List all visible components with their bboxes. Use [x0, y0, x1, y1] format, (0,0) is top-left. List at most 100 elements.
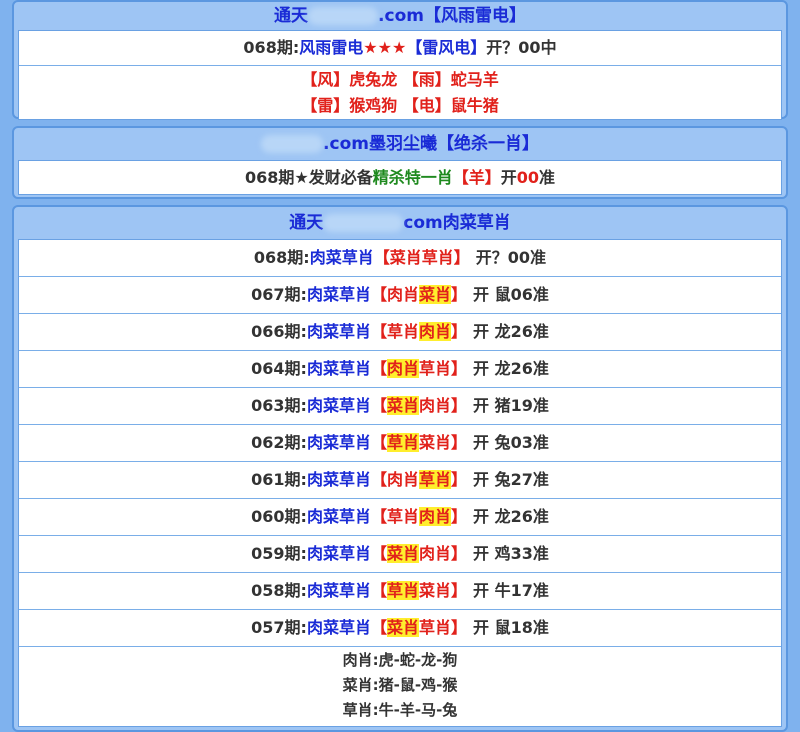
- open-number: 00: [516, 168, 540, 187]
- result: 开 兔27准: [473, 470, 549, 489]
- bracket-close: 】: [451, 396, 468, 415]
- pick-bracket: 【雷风电】: [406, 38, 487, 57]
- pick-b: 菜肖: [418, 581, 451, 600]
- panel-juesha-yixiao: .com墨羽尘曦【绝杀一肖】 068期★发财必备精杀特一肖【羊】开00准: [12, 126, 788, 199]
- result: 开 鼠18准: [473, 618, 549, 637]
- panel2-row: 068期★发财必备精杀特一肖【羊】开00准: [19, 161, 781, 194]
- result: 开 龙26准: [473, 322, 549, 341]
- result: 开 猪19准: [473, 396, 549, 415]
- pick-name: 肉菜草肖: [306, 396, 371, 415]
- group-line: 【风】虎兔龙 【雨】蛇马羊: [301, 70, 499, 89]
- table-row: 062期:肉菜草肖【草肖菜肖】开 兔03准: [19, 425, 781, 462]
- panel-roucai-caoxiao: 通天 com肉菜草肖 068期:肉菜草肖【菜肖草肖】 开？00准 067期:肉菜草肖【…: [12, 205, 788, 732]
- pick-name: 肉菜草肖: [306, 359, 371, 378]
- bracket-open: 【: [370, 581, 387, 600]
- bracket-open: 【: [370, 433, 387, 452]
- accurate-label: 准: [539, 168, 556, 187]
- pick-b: 菜肖: [418, 285, 451, 304]
- panel3-title-suffix: com肉菜草肖: [403, 213, 511, 233]
- stars: ★★★: [363, 38, 407, 57]
- bracket-open: 【: [370, 470, 387, 489]
- pick-a: 草肖: [386, 507, 419, 526]
- bracket-close: 】: [451, 544, 468, 563]
- panel3-title: 通天 com肉菜草肖: [18, 207, 782, 239]
- bracket-close: 】: [451, 359, 468, 378]
- table-row: 063期:肉菜草肖【菜肖肉肖】开 猪19准: [19, 388, 781, 425]
- summary-line: 肉肖:虎-蛇-龙-狗: [342, 651, 458, 669]
- period-label: 066期:: [251, 322, 307, 341]
- pick-name: 肉菜草肖: [306, 618, 371, 637]
- pick-name: 肉菜草肖: [306, 581, 371, 600]
- pick-a: 肉肖: [386, 285, 419, 304]
- result: 开 牛17准: [473, 581, 549, 600]
- bracket-open: 【: [370, 359, 387, 378]
- result: 开 龙26准: [473, 507, 549, 526]
- pick-a: 肉肖: [386, 359, 419, 378]
- pick-name: 肉菜草肖: [306, 433, 371, 452]
- period-label: 057期:: [251, 618, 307, 637]
- pick-b: 草肖: [418, 618, 451, 637]
- bracket-close: 】: [451, 470, 468, 489]
- pick-a: 菜肖: [386, 618, 419, 637]
- pick-b: 草肖: [418, 359, 451, 378]
- result: 开 鸡33准: [473, 544, 549, 563]
- bracket-open: 【: [370, 285, 387, 304]
- blurred-site-name: [323, 214, 404, 232]
- summary-line: 菜肖:猪-鼠-鸡-猴: [342, 676, 458, 694]
- pick-name: 肉菜草肖: [306, 507, 371, 526]
- panel2-rows: 068期★发财必备精杀特一肖【羊】开00准: [18, 160, 782, 195]
- pick-a: 菜肖: [386, 544, 419, 563]
- result: 开 鼠06准: [473, 285, 549, 304]
- period-label: 062期:: [251, 433, 307, 452]
- summary-line: 草肖:牛-羊-马-兔: [342, 701, 458, 719]
- pick-name: 肉菜草肖: [309, 248, 374, 267]
- pick-a: 菜肖: [386, 396, 419, 415]
- group-line: 【雷】猴鸡狗 【电】鼠牛猪: [301, 96, 499, 115]
- panel1-title-suffix: .com【风雨雷电】: [378, 6, 526, 26]
- table-row: 064期:肉菜草肖【肉肖草肖】开 龙26准: [19, 351, 781, 388]
- period-label: 060期:: [251, 507, 307, 526]
- pick-b: 草肖: [421, 248, 454, 267]
- period-label: 068期:: [253, 248, 310, 267]
- result: 开？00中: [486, 38, 557, 57]
- bracket-open: 【: [370, 618, 387, 637]
- table-row: 057期:肉菜草肖【菜肖草肖】开 鼠18准: [19, 610, 781, 647]
- kill-label: 精杀特一肖: [372, 168, 453, 187]
- period-label: 061期:: [251, 470, 307, 489]
- panel2-title-text: .com墨羽尘曦【绝杀一肖】: [323, 134, 539, 154]
- table-row: 059期:肉菜草肖【菜肖肉肖】开 鸡33准: [19, 536, 781, 573]
- panel1-row: 068期:风雨雷电★★★【雷风电】开？00中: [19, 31, 781, 66]
- bracket-close: 】: [451, 581, 468, 600]
- pick-a: 肉肖: [386, 470, 419, 489]
- pick-a: 菜肖: [389, 248, 422, 267]
- bracket-close: 】: [451, 433, 468, 452]
- period-label: 067期:: [251, 285, 307, 304]
- table-row: 068期:肉菜草肖【菜肖草肖】 开？00准: [19, 240, 781, 277]
- bracket-open: 【: [370, 396, 387, 415]
- pick-b: 肉肖: [418, 396, 451, 415]
- table-row: 058期:肉菜草肖【草肖菜肖】开 牛17准: [19, 573, 781, 610]
- panel-fengyu-leidian: 通天 .com【风雨雷电】 068期:风雨雷电★★★【雷风电】开？00中 【风】虎…: [12, 0, 788, 120]
- table-row: 060期:肉菜草肖【草肖肉肖】开 龙26准: [19, 499, 781, 536]
- pick-a: 草肖: [386, 433, 419, 452]
- pick-name: 肉菜草肖: [306, 322, 371, 341]
- panel1-title: 通天 .com【风雨雷电】: [18, 2, 782, 30]
- bracket-close: 】: [453, 248, 470, 267]
- table-row: 067期:肉菜草肖【肉肖菜肖】开 鼠06准: [19, 277, 781, 314]
- kill-bracket: 【羊】: [452, 168, 501, 187]
- result: 开 龙26准: [473, 359, 549, 378]
- period-label: 063期:: [251, 396, 307, 415]
- row-prefix: 068期★发财必备: [244, 168, 373, 187]
- period-label: 058期:: [251, 581, 307, 600]
- panel2-title: .com墨羽尘曦【绝杀一肖】: [18, 128, 782, 160]
- pick-a: 草肖: [386, 581, 419, 600]
- blurred-site-name: [261, 135, 324, 153]
- bracket-open: 【: [373, 248, 390, 267]
- result: 开？00准: [475, 248, 547, 267]
- bracket-open: 【: [370, 507, 387, 526]
- bracket-close: 】: [451, 618, 468, 637]
- pick-name: 肉菜草肖: [306, 285, 371, 304]
- table-row: 066期:肉菜草肖【草肖肉肖】开 龙26准: [19, 314, 781, 351]
- pick-b: 草肖: [418, 470, 451, 489]
- bracket-close: 】: [451, 285, 468, 304]
